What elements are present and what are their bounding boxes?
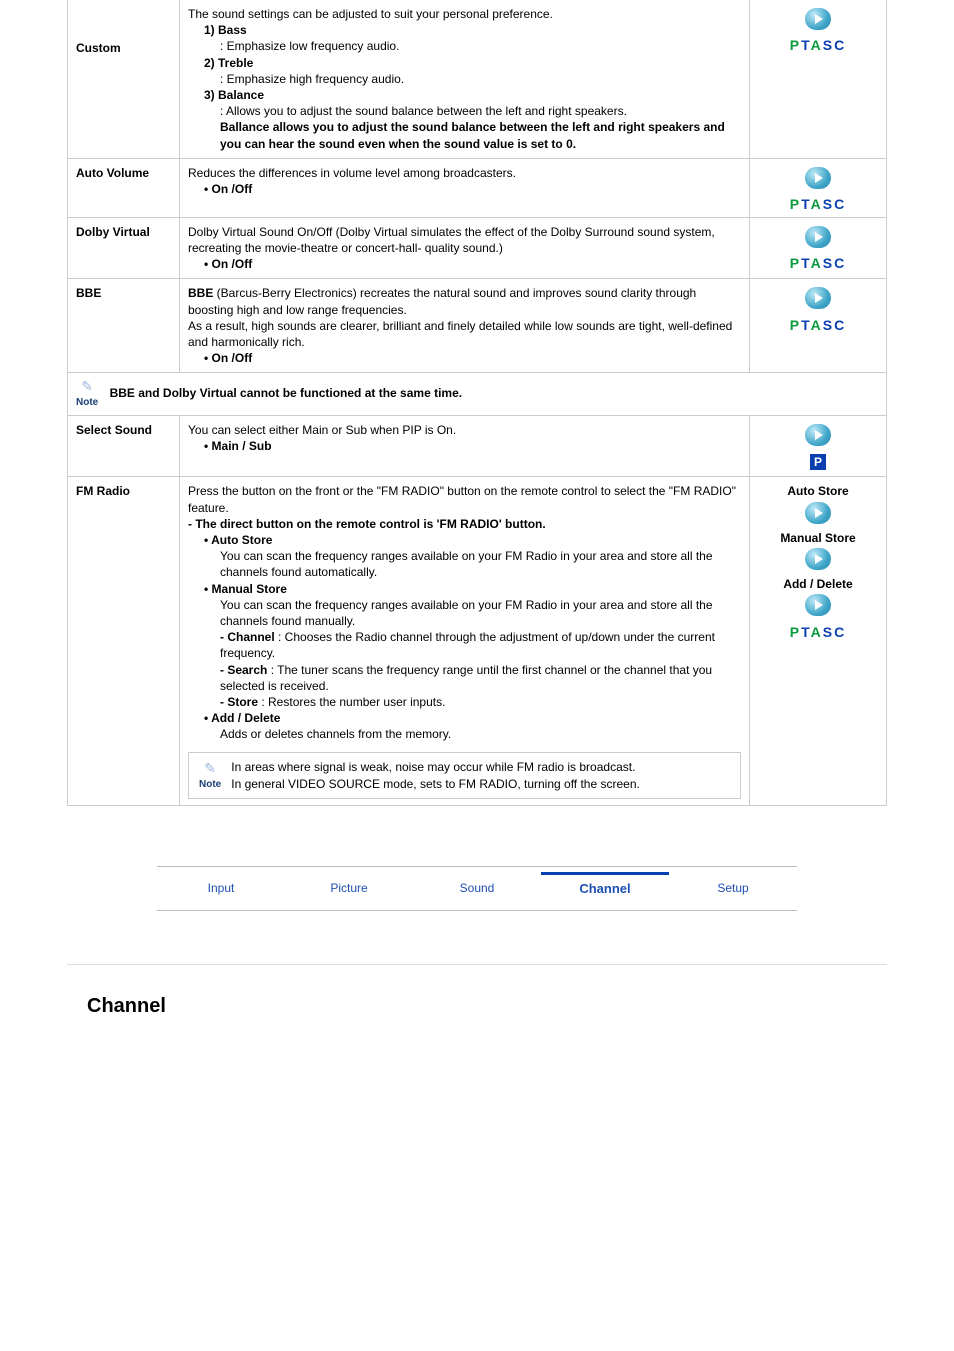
ptasc-badge: PTASC <box>758 38 878 52</box>
fm-autostore-title: • Auto Store <box>204 532 741 548</box>
play-icon <box>805 226 831 248</box>
note-icon: ✎ Note <box>199 761 221 791</box>
row-label-custom: Custom <box>68 0 180 158</box>
note-label: Note <box>199 778 221 792</box>
row-label-bbe: BBE <box>68 279 180 373</box>
fm-manualstore-title: • Manual Store <box>204 581 741 597</box>
settings-table: Custom The sound settings can be adjuste… <box>67 0 887 806</box>
custom-extra: Ballance allows you to adjust the sound … <box>220 119 741 151</box>
fm-inner-note: ✎ Note In areas where signal is weak, no… <box>188 752 741 798</box>
dolby-desc: Dolby Virtual Sound On/Off (Dolby Virtua… <box>188 224 741 256</box>
fm-manualstore-desc: You can scan the frequency ranges availa… <box>220 597 741 629</box>
fm-adddelete-title: • Add / Delete <box>204 710 741 726</box>
section-divider <box>67 964 887 965</box>
custom-intro: The sound settings can be adjusted to su… <box>188 6 741 22</box>
fm-channel: - Channel : Chooses the Radio channel th… <box>220 629 741 661</box>
side-adddelete-label: Add / Delete <box>758 576 878 592</box>
fm-intro2: - The direct button on the remote contro… <box>188 516 741 532</box>
row-desc-autovolume: Reduces the differences in volume level … <box>180 158 750 217</box>
ptasc-badge: PTASC <box>758 256 878 270</box>
fm-autostore-desc: You can scan the frequency ranges availa… <box>220 548 741 580</box>
active-tab-indicator <box>541 872 669 875</box>
fm-note-text: In areas where signal is weak, noise may… <box>231 759 734 791</box>
custom-item-desc: : Allows you to adjust the sound balance… <box>220 103 741 119</box>
ptasc-badge: PTASC <box>758 318 878 332</box>
pin-icon: ✎ <box>81 378 93 394</box>
row-side-selectsound: P <box>750 416 887 477</box>
tab-sound[interactable]: Sound <box>413 867 541 910</box>
play-icon <box>805 548 831 570</box>
pin-icon: ✎ <box>204 760 216 776</box>
note-row: ✎ Note BBE and Dolby Virtual cannot be f… <box>68 373 887 416</box>
bbe-desc2: As a result, high sounds are clearer, br… <box>188 318 741 350</box>
ptasc-badge: PTASC <box>758 625 878 639</box>
tab-picture[interactable]: Picture <box>285 867 413 910</box>
play-icon <box>805 167 831 189</box>
row-side-autovolume: PTASC <box>750 158 887 217</box>
note-icon: ✎ Note <box>76 379 98 409</box>
fm-store: - Store : Restores the number user input… <box>220 694 741 710</box>
section-heading-channel: Channel <box>87 995 887 1018</box>
row-desc-fmradio: Press the button on the front or the "FM… <box>180 477 750 805</box>
play-icon <box>805 424 831 446</box>
note-text: BBE and Dolby Virtual cannot be function… <box>110 386 463 400</box>
play-icon <box>805 502 831 524</box>
row-desc-dolby: Dolby Virtual Sound On/Off (Dolby Virtua… <box>180 217 750 279</box>
play-icon <box>805 594 831 616</box>
custom-item-desc: : Emphasize low frequency audio. <box>220 38 741 54</box>
side-autostore-label: Auto Store <box>758 483 878 499</box>
play-icon <box>805 287 831 309</box>
tab-bar: Input Picture Sound Channel Setup <box>157 866 797 914</box>
selectsound-opt: • Main / Sub <box>204 438 741 454</box>
note-label: Note <box>76 396 98 410</box>
autovolume-opt: • On /Off <box>204 181 741 197</box>
selectsound-desc: You can select either Main or Sub when P… <box>188 422 741 438</box>
row-desc-bbe: BBE (Barcus-Berry Electronics) recreates… <box>180 279 750 373</box>
custom-item-title: 3) Balance <box>204 87 741 103</box>
autovolume-desc: Reduces the differences in volume level … <box>188 165 741 181</box>
row-desc-custom: The sound settings can be adjusted to su… <box>180 0 750 158</box>
side-manualstore-label: Manual Store <box>758 530 878 546</box>
tab-input[interactable]: Input <box>157 867 285 910</box>
ptasc-badge: PTASC <box>758 197 878 211</box>
row-side-fmradio: Auto Store Manual Store Add / Delete PTA… <box>750 477 887 805</box>
row-label-autovolume: Auto Volume <box>68 158 180 217</box>
fm-intro1: Press the button on the front or the "FM… <box>188 483 741 515</box>
row-label-dolby: Dolby Virtual <box>68 217 180 279</box>
custom-item-title: 1) Bass <box>204 22 741 38</box>
row-label-selectsound: Select Sound <box>68 416 180 477</box>
row-desc-selectsound: You can select either Main or Sub when P… <box>180 416 750 477</box>
play-icon <box>805 8 831 30</box>
row-side-custom: PTASC <box>750 0 887 158</box>
fm-adddelete-desc: Adds or deletes channels from the memory… <box>220 726 741 742</box>
p-badge: P <box>810 454 826 470</box>
dolby-opt: • On /Off <box>204 256 741 272</box>
row-side-dolby: PTASC <box>750 217 887 279</box>
row-side-bbe: PTASC <box>750 279 887 373</box>
tab-setup[interactable]: Setup <box>669 867 797 910</box>
custom-item-desc: : Emphasize high frequency audio. <box>220 71 741 87</box>
row-label-fmradio: FM Radio <box>68 477 180 805</box>
bbe-opt: • On /Off <box>204 350 741 366</box>
bbe-desc1: BBE (Barcus-Berry Electronics) recreates… <box>188 285 741 317</box>
custom-item-title: 2) Treble <box>204 55 741 71</box>
fm-search: - Search : The tuner scans the frequency… <box>220 662 741 694</box>
